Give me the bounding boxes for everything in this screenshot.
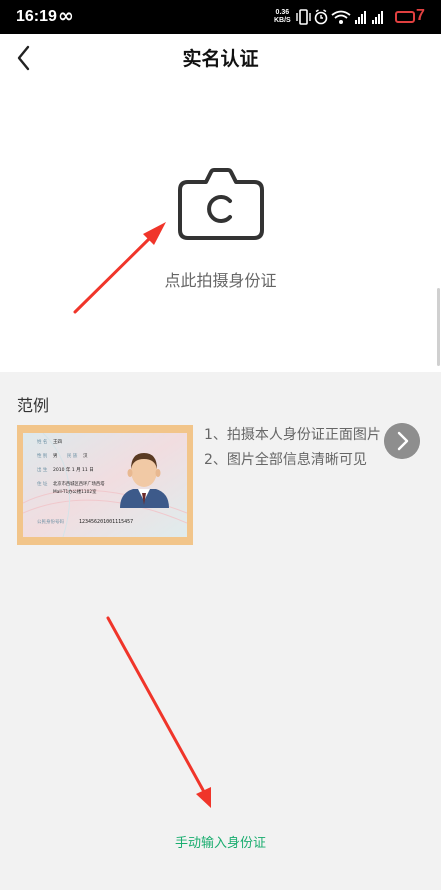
scroll-indicator: [437, 288, 440, 366]
id-field-label-birth: 出 生: [37, 466, 48, 473]
network-speed-unit: KB/S: [274, 17, 291, 24]
id-field-label-ethnicity: 民 族: [67, 452, 78, 459]
network-speed: 0.36 KB/S: [274, 9, 291, 25]
nav-bar: 实名认证: [0, 34, 441, 82]
infinity-icon: ∞: [58, 5, 74, 27]
id-field-value-gender: 男: [53, 453, 58, 459]
manual-input-link[interactable]: 手动输入身份证: [0, 832, 441, 851]
chevron-right-icon[interactable]: [384, 423, 420, 459]
status-time: 16:19: [16, 8, 57, 25]
id-field-value-name: 王四: [53, 439, 62, 445]
id-field-value-birth: 2010 年 1 月 11 日: [53, 466, 94, 473]
signal-icon-1: [355, 11, 366, 24]
take-id-photo-button[interactable]: 点此拍摄身份证: [0, 82, 441, 372]
alarm-icon: [314, 9, 328, 25]
annotation-arrow-manual: [106, 616, 211, 808]
status-bar: 16:19 ∞ 0.36 KB/S 7: [0, 0, 441, 34]
id-field-value-ethnicity: 汉: [83, 452, 88, 459]
status-icons: [296, 9, 383, 25]
id-number-label: 公民身份号码: [37, 518, 64, 525]
id-number-value: 123456201001115457: [79, 519, 133, 525]
id-field-label-name: 姓 名: [37, 438, 47, 445]
instruction-item: 1、拍摄本人身份证正面图片: [204, 427, 381, 443]
id-field-value-address-2: Mall-T1办公楼1102室: [53, 488, 97, 495]
battery-level: 7: [416, 7, 425, 24]
sample-id-card-face: 姓 名 王四 性 别 男 民 族 汉 出 生 2010 年 1 月 11 日 住…: [22, 432, 188, 538]
id-field-value-address: 北京市西城区西环广场西塔: [53, 480, 105, 487]
wifi-icon: [331, 10, 351, 24]
id-field-label-gender: 性 别: [37, 452, 48, 459]
signal-icon-2: [372, 11, 383, 24]
sample-id-card: 姓 名 王四 性 别 男 民 族 汉 出 生 2010 年 1 月 11 日 住…: [17, 425, 193, 545]
vibrate-icon: [296, 9, 311, 25]
example-title: 范例: [17, 396, 50, 415]
take-photo-label: 点此拍摄身份证: [164, 271, 277, 290]
camera-icon: [178, 168, 264, 240]
id-field-label-address: 住 址: [37, 480, 48, 487]
instruction-item: 2、图片全部信息清晰可见: [204, 452, 367, 468]
page-title: 实名认证: [182, 48, 259, 70]
network-speed-value: 0.36: [275, 9, 290, 16]
example-instructions: 1、拍摄本人身份证正面图片 2、图片全部信息清晰可见: [204, 423, 400, 473]
battery-icon: [395, 11, 415, 23]
sample-id-card-art: 姓 名 王四 性 别 男 民 族 汉 出 生 2010 年 1 月 11 日 住…: [22, 432, 188, 538]
